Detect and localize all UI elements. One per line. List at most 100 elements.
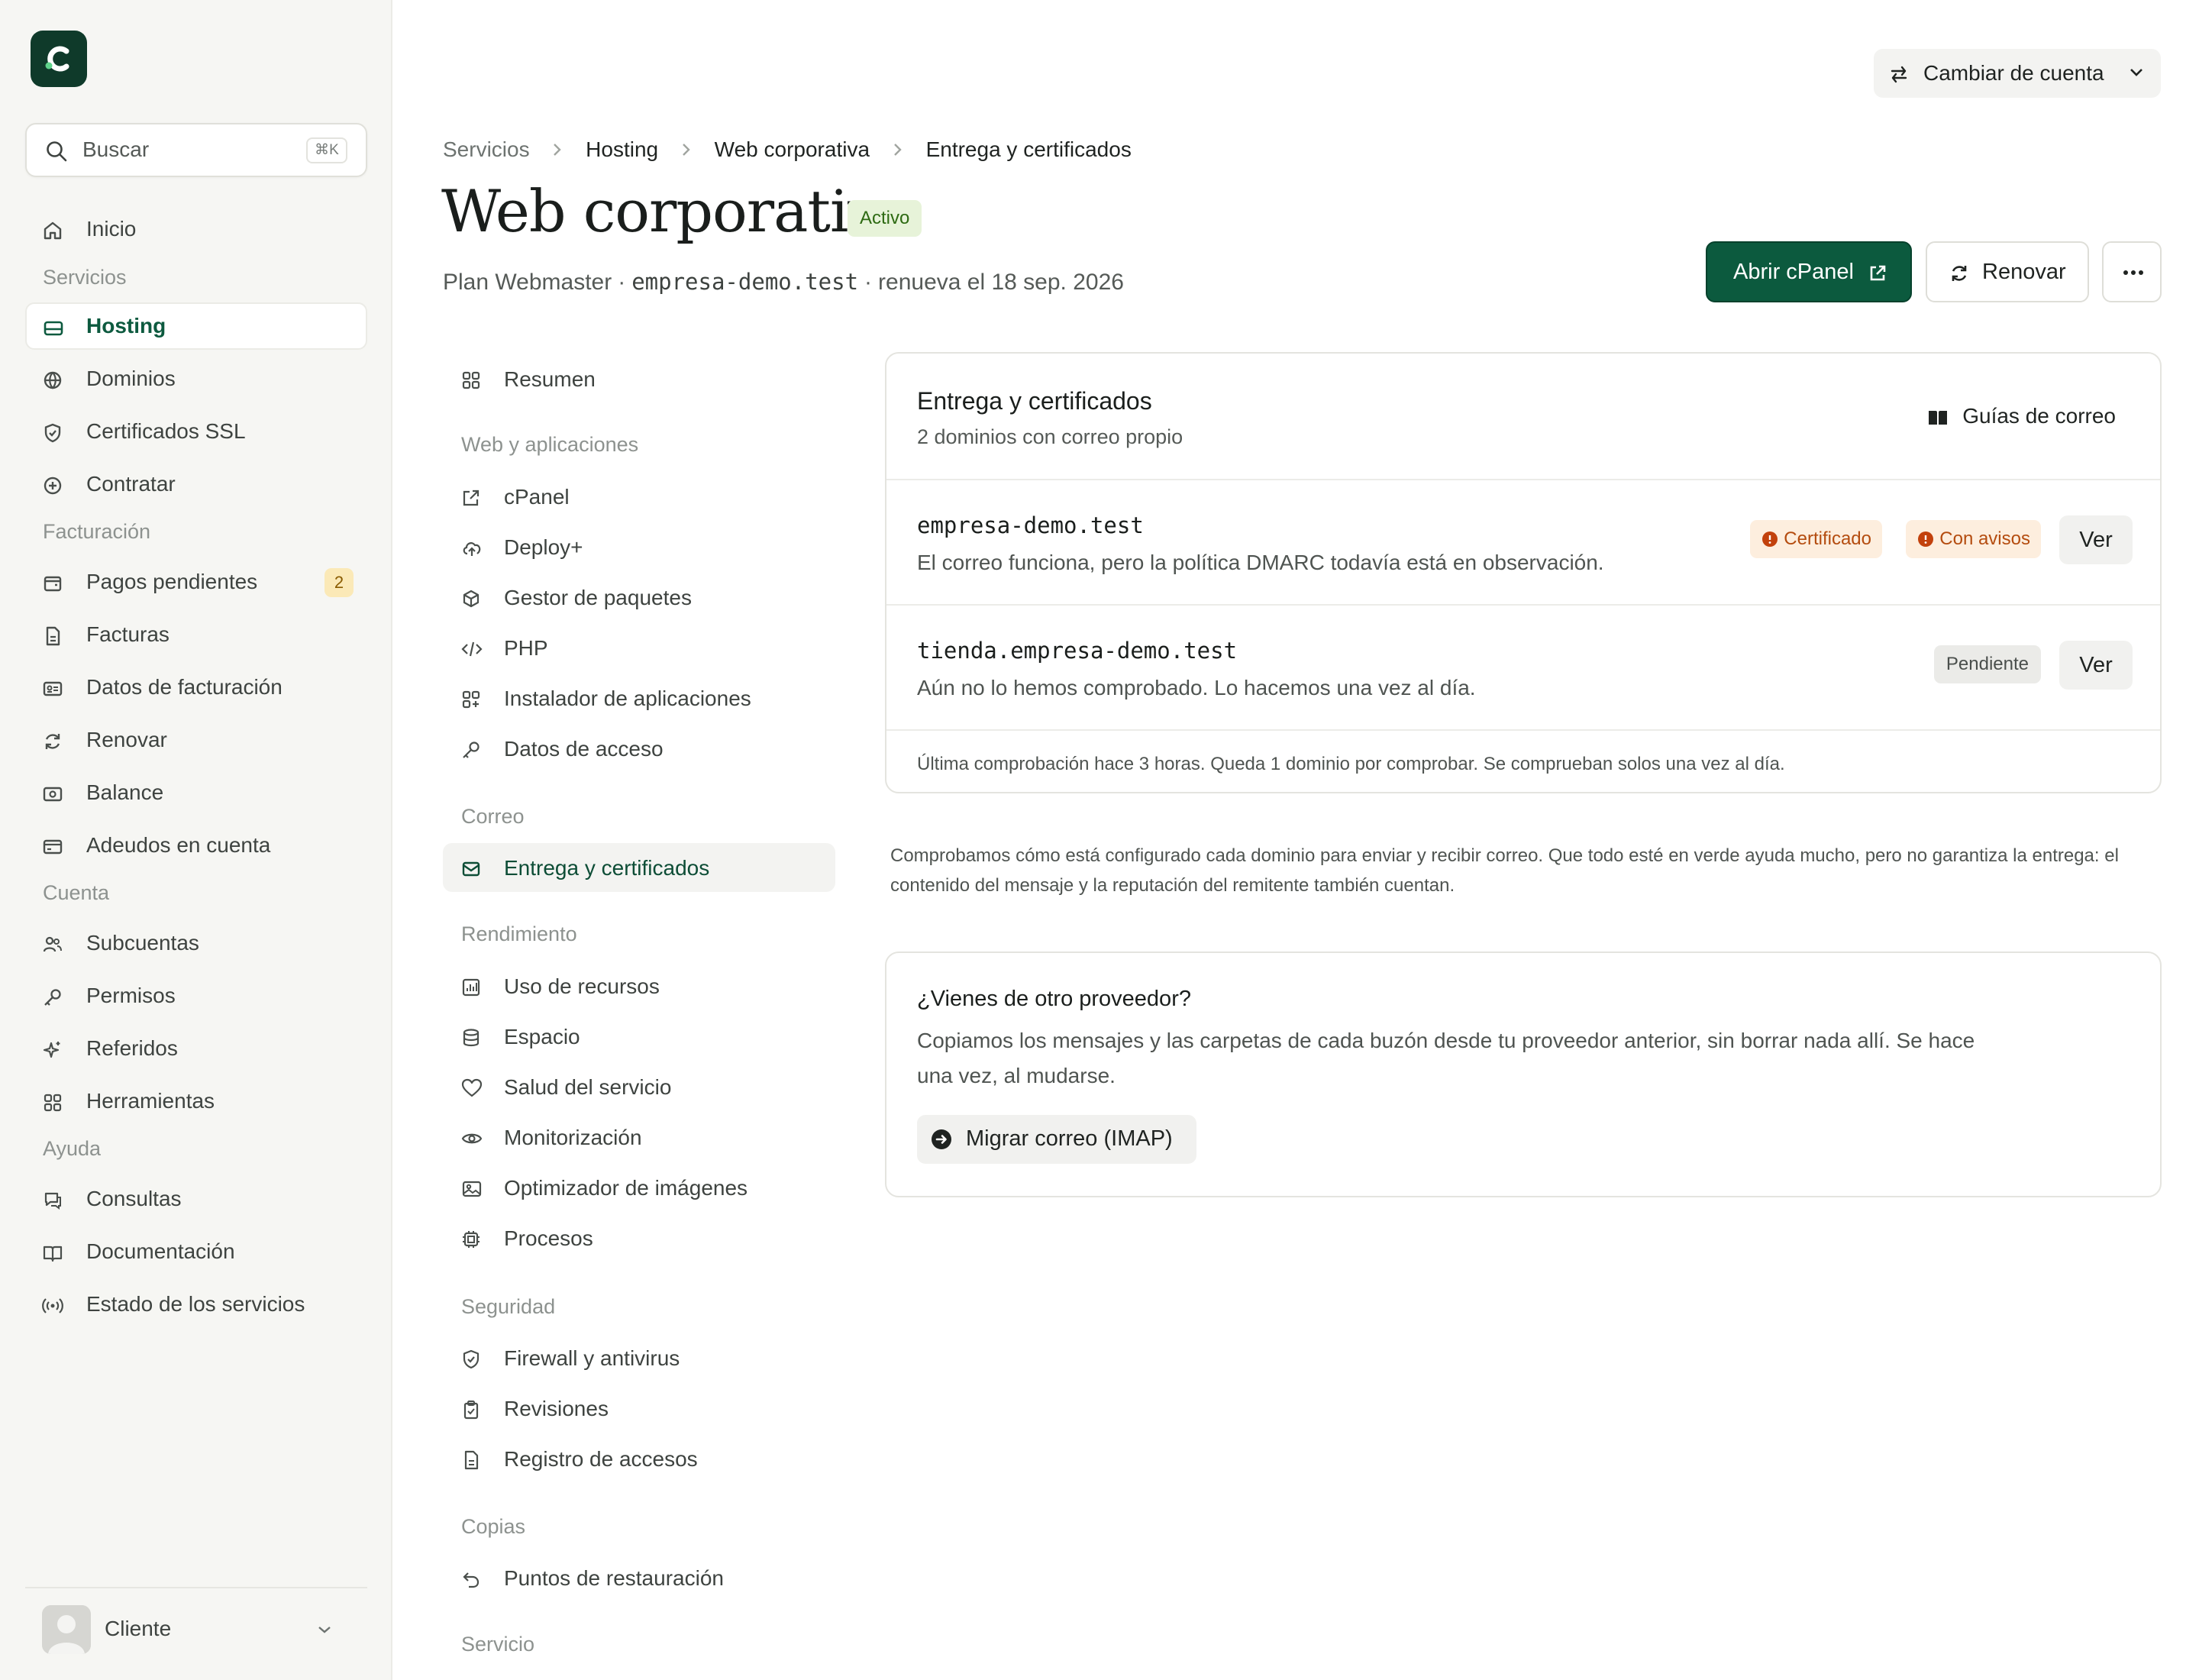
mail-icon bbox=[461, 859, 481, 879]
eye-icon bbox=[461, 1129, 483, 1149]
subnav-item-espacio[interactable]: Espacio bbox=[443, 1012, 835, 1061]
breadcrumb-web-corporativa[interactable]: Web corporativa bbox=[715, 137, 870, 162]
sidebar-item-contratar[interactable]: Contratar bbox=[25, 460, 367, 508]
sidebar-item-balance[interactable]: Balance bbox=[25, 769, 367, 816]
brand-logo[interactable] bbox=[31, 31, 87, 87]
globe-icon bbox=[42, 370, 63, 391]
status-badge: Activo bbox=[848, 200, 922, 237]
pending-count-badge: 2 bbox=[325, 568, 354, 597]
sidebar-item-consultas[interactable]: Consultas bbox=[25, 1175, 367, 1223]
sidebar-item-label: Documentación bbox=[86, 1239, 235, 1263]
subnav-item-salud[interactable]: Salud del servicio bbox=[443, 1062, 835, 1111]
open-cpanel-label: Abrir cPanel bbox=[1733, 260, 1854, 284]
bar-chart-icon bbox=[461, 977, 481, 997]
domain-row: empresa-demo.test El correo funciona, pe… bbox=[886, 479, 2160, 604]
domain-description: El correo funciona, pero la política DMA… bbox=[917, 551, 1604, 574]
subnav-item-label: Procesos bbox=[504, 1226, 593, 1250]
pending-tag: Pendiente bbox=[1933, 645, 2041, 683]
more-options-button[interactable] bbox=[2102, 241, 2162, 302]
grid-icon bbox=[42, 1092, 63, 1113]
breadcrumb-hosting[interactable]: Hosting bbox=[586, 137, 658, 162]
home-icon bbox=[42, 220, 63, 241]
sidebar-item-dominios[interactable]: Dominios bbox=[25, 355, 367, 402]
sidebar-item-hosting[interactable]: Hosting bbox=[25, 302, 367, 350]
sidebar-item-herramientas[interactable]: Herramientas bbox=[25, 1077, 367, 1125]
sidebar: Buscar ⌘K Inicio Servicios Hosting Domin… bbox=[0, 0, 392, 1680]
sidebar-item-renovar[interactable]: Renovar bbox=[25, 716, 367, 764]
key-icon bbox=[461, 740, 481, 760]
migrate-mail-button[interactable]: Migrar correo (IMAP) bbox=[917, 1115, 1196, 1164]
external-link-icon bbox=[461, 488, 481, 508]
search-shortcut: ⌘K bbox=[306, 137, 347, 163]
breadcrumb-current: Entrega y certificados bbox=[925, 137, 1132, 161]
user-name: Cliente bbox=[105, 1617, 172, 1640]
subnav-item-revisiones[interactable]: Revisiones bbox=[443, 1384, 835, 1433]
refresh-icon bbox=[42, 731, 63, 752]
sidebar-section-ayuda: Ayuda bbox=[43, 1137, 102, 1160]
breadcrumb-servicios[interactable]: Servicios bbox=[443, 137, 530, 162]
switch-account-button[interactable]: Cambiar de cuenta bbox=[1874, 49, 2161, 98]
subnav-item-monitorizacion[interactable]: Monitorización bbox=[443, 1113, 835, 1161]
file-text-icon bbox=[461, 1450, 481, 1470]
subnav-item-instalador[interactable]: Instalador de aplicaciones bbox=[443, 674, 835, 722]
migration-description: Copiamos los mensajes y las carpetas de … bbox=[917, 1029, 1975, 1087]
subnav-item-entrega[interactable]: Entrega y certificados bbox=[443, 843, 835, 892]
code-icon bbox=[461, 639, 483, 659]
subnav-item-label: PHP bbox=[504, 636, 548, 660]
subnav-section-rendimiento: Rendimiento bbox=[461, 922, 577, 945]
plus-circle-icon bbox=[42, 475, 63, 496]
sidebar-item-adeudos[interactable]: Adeudos en cuenta bbox=[25, 822, 367, 869]
subnav-item-label: Resumen bbox=[504, 367, 596, 391]
user-menu[interactable]: Cliente bbox=[25, 1587, 367, 1654]
sidebar-item-label: Pagos pendientes bbox=[86, 570, 258, 593]
wallet-icon bbox=[42, 573, 63, 594]
sidebar-item-facturas[interactable]: Facturas bbox=[25, 611, 367, 658]
subnav-item-firewall[interactable]: Firewall y antivirus bbox=[443, 1333, 835, 1382]
sidebar-item-inicio[interactable]: Inicio bbox=[25, 205, 367, 253]
search-input[interactable]: Buscar ⌘K bbox=[25, 123, 367, 177]
view-domain-button[interactable]: Ver bbox=[2059, 641, 2133, 690]
mail-guides-label: Guías de correo bbox=[1962, 404, 2116, 428]
sidebar-item-label: Datos de facturación bbox=[86, 675, 283, 699]
renew-button[interactable]: Renovar bbox=[1926, 241, 2089, 302]
subnav-item-procesos[interactable]: Procesos bbox=[443, 1213, 835, 1262]
chevron-down-icon bbox=[316, 1624, 333, 1635]
warnings-tag: Con avisos bbox=[1906, 520, 2041, 558]
open-cpanel-button[interactable]: Abrir cPanel bbox=[1706, 241, 1912, 302]
sidebar-item-subcuentas[interactable]: Subcuentas bbox=[25, 919, 367, 967]
subnav-item-acceso[interactable]: Datos de acceso bbox=[443, 724, 835, 773]
subnav-item-label: Datos de acceso bbox=[504, 737, 664, 761]
subnav-item-optimizador[interactable]: Optimizador de imágenes bbox=[443, 1163, 835, 1212]
subnav-item-resumen[interactable]: Resumen bbox=[443, 354, 835, 403]
image-icon bbox=[461, 1179, 483, 1199]
sidebar-section-servicios: Servicios bbox=[43, 266, 127, 289]
subnav-item-php[interactable]: PHP bbox=[443, 623, 835, 672]
subnav-item-cpanel[interactable]: cPanel bbox=[443, 472, 835, 521]
sidebar-section-facturacion: Facturación bbox=[43, 520, 151, 543]
sidebar-item-ssl[interactable]: Certificados SSL bbox=[25, 408, 367, 455]
subnav-item-registro[interactable]: Registro de accesos bbox=[443, 1434, 835, 1483]
subnav-section-web: Web y aplicaciones bbox=[461, 433, 639, 456]
sidebar-item-label: Facturas bbox=[86, 622, 170, 646]
view-domain-button[interactable]: Ver bbox=[2059, 515, 2133, 564]
sidebar-item-permisos[interactable]: Permisos bbox=[25, 972, 367, 1019]
sidebar-item-referidos[interactable]: Referidos bbox=[25, 1025, 367, 1072]
mail-guides-link[interactable]: Guías de correo bbox=[1927, 404, 2116, 428]
sidebar-item-label: Consultas bbox=[86, 1187, 182, 1210]
id-card-icon bbox=[42, 678, 63, 699]
sidebar-item-pagos-pendientes[interactable]: Pagos pendientes 2 bbox=[25, 558, 367, 606]
subnav-item-deploy[interactable]: Deploy+ bbox=[443, 522, 835, 571]
subnav-section-seguridad: Seguridad bbox=[461, 1295, 556, 1318]
sidebar-item-datos-facturacion[interactable]: Datos de facturación bbox=[25, 664, 367, 711]
sidebar-item-estado[interactable]: Estado de los servicios bbox=[25, 1281, 367, 1328]
subnav-section-correo: Correo bbox=[461, 805, 525, 828]
subnav-item-paquetes[interactable]: Gestor de paquetes bbox=[443, 573, 835, 622]
subnav-item-label: Puntos de restauración bbox=[504, 1566, 724, 1590]
subnav-section-servicio: Servicio bbox=[461, 1633, 535, 1656]
external-link-icon bbox=[1868, 263, 1887, 283]
subnav-item-restauracion[interactable]: Puntos de restauración bbox=[443, 1553, 835, 1602]
arrow-right-circle-icon bbox=[931, 1129, 952, 1150]
sidebar-item-label: Balance bbox=[86, 780, 164, 804]
subnav-item-uso[interactable]: Uso de recursos bbox=[443, 961, 835, 1010]
sidebar-item-documentacion[interactable]: Documentación bbox=[25, 1228, 367, 1275]
